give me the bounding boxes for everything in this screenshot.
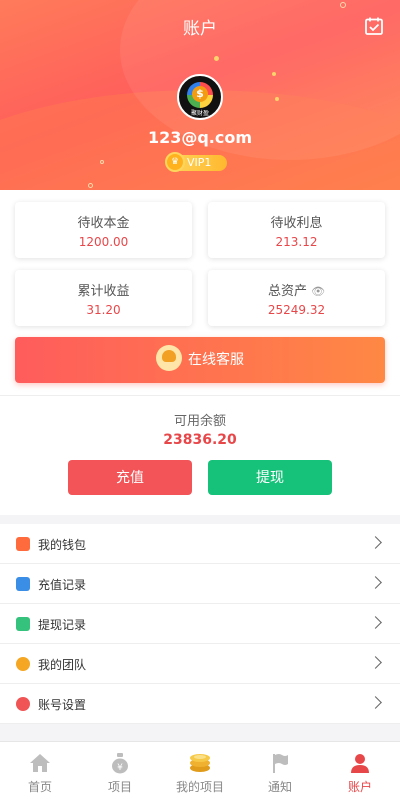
nav-label: 首页 xyxy=(27,780,52,794)
stat-label: 累计收益 xyxy=(77,284,130,299)
avatar[interactable]: 聚财盈 xyxy=(177,74,223,120)
avatar-logo-text: 聚财盈 xyxy=(190,110,209,117)
nav-my-projects[interactable]: 我的项目 xyxy=(160,742,240,799)
stat-card-pending-principal: 待收本金 1200.00 xyxy=(15,202,192,258)
chevron-right-icon xyxy=(369,536,382,549)
decor-dot xyxy=(272,72,276,76)
recharge-button[interactable]: 充值 xyxy=(68,460,192,495)
vip-badge: ♛ VIP1 xyxy=(165,152,227,172)
chevron-right-icon xyxy=(369,656,382,669)
nav-account[interactable]: 账户 xyxy=(320,742,400,799)
bottom-nav: 首页 ¥ 项目 我的项目 通知 账户 xyxy=(0,741,400,799)
nav-label: 项目 xyxy=(107,780,132,794)
page-title: 账户 xyxy=(183,19,217,39)
chevron-right-icon xyxy=(369,576,382,589)
chevron-right-icon xyxy=(369,616,382,629)
menu-item-label: 账号设置 xyxy=(38,698,87,712)
stat-label: 总资产 👁 xyxy=(208,280,385,299)
nav-notifications[interactable]: 通知 xyxy=(240,742,320,799)
stat-card-total-assets: 总资产 👁 25249.32 xyxy=(208,270,385,326)
menu-item-wallet[interactable]: 我的钱包 xyxy=(0,524,400,564)
user-email: 123@q.com xyxy=(147,128,253,147)
nav-label: 账户 xyxy=(347,780,372,794)
flag-icon xyxy=(273,754,288,773)
stat-label: 待收利息 xyxy=(270,216,323,231)
menu-item-team[interactable]: 我的团队 xyxy=(0,644,400,684)
decor-dot xyxy=(100,160,104,164)
home-icon xyxy=(30,754,50,772)
menu-item-label: 我的钱包 xyxy=(38,538,87,552)
account-header: 账户 聚财盈 123@q.com ♛ VIP1 xyxy=(0,0,400,190)
menu-item-recharge-records[interactable]: 充值记录 xyxy=(0,564,400,604)
service-label: 在线客服 xyxy=(188,352,244,368)
nav-projects[interactable]: ¥ 项目 xyxy=(80,742,160,799)
settings-icon xyxy=(16,697,30,711)
chevron-right-icon xyxy=(369,696,382,709)
nav-home[interactable]: 首页 xyxy=(0,742,80,799)
stat-card-pending-interest: 待收利息 213.12 xyxy=(208,202,385,258)
balance-label: 可用余额 xyxy=(173,414,226,429)
eye-icon[interactable]: 👁 xyxy=(311,285,325,298)
menu-item-label: 充值记录 xyxy=(38,578,87,592)
money-bag-icon: ¥ xyxy=(112,753,128,774)
decor-dot xyxy=(340,2,346,8)
account-menu: 我的钱包 充值记录 提现记录 我的团队 账号设置 xyxy=(0,524,400,724)
balance-value: 23836.20 xyxy=(163,432,237,448)
recharge-record-icon xyxy=(16,577,30,591)
stat-label-text: 总资产 xyxy=(267,284,307,299)
stat-value: 213.12 xyxy=(275,235,318,249)
menu-item-label: 提现记录 xyxy=(38,618,87,632)
stat-value: 31.20 xyxy=(86,303,121,317)
menu-item-account-settings[interactable]: 账号设置 xyxy=(0,684,400,724)
wallet-icon xyxy=(16,537,30,551)
nav-label: 我的项目 xyxy=(175,780,224,794)
user-icon xyxy=(351,754,369,773)
decor-dot xyxy=(275,97,279,101)
svg-text:¥: ¥ xyxy=(117,763,123,773)
team-icon xyxy=(16,657,30,671)
crown-icon: ♛ xyxy=(165,152,185,172)
coins-icon xyxy=(190,754,210,772)
balance-section: 可用余额 23836.20 充值 提现 xyxy=(0,395,400,515)
menu-item-label: 我的团队 xyxy=(38,658,87,672)
nav-label: 通知 xyxy=(267,780,292,794)
stat-value: 1200.00 xyxy=(78,235,129,249)
stat-card-total-earnings: 累计收益 31.20 xyxy=(15,270,192,326)
withdraw-record-icon xyxy=(16,617,30,631)
avatar-logo-icon xyxy=(187,82,213,108)
decor-dot xyxy=(88,183,93,188)
stat-value: 25249.32 xyxy=(267,303,326,317)
stat-label: 待收本金 xyxy=(77,216,130,231)
vip-level: VIP1 xyxy=(187,156,212,169)
online-service-button[interactable]: 在线客服 xyxy=(15,337,385,383)
withdraw-button[interactable]: 提现 xyxy=(208,460,332,495)
headset-icon xyxy=(156,345,182,371)
calendar-check-icon[interactable] xyxy=(364,16,384,36)
menu-item-withdraw-records[interactable]: 提现记录 xyxy=(0,604,400,644)
decor-dot xyxy=(214,56,219,61)
